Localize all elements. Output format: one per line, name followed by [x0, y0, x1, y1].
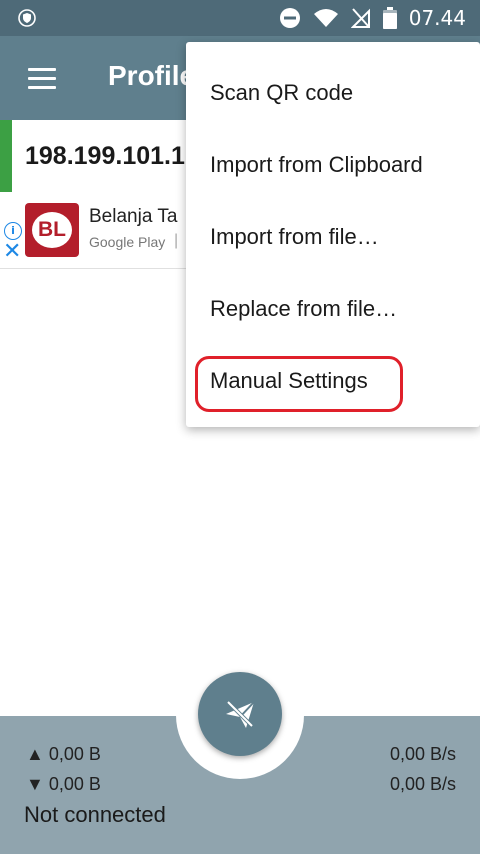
- upload-total: ▲ 0,00 B: [26, 744, 101, 764]
- menu-item-replace-file[interactable]: Replace from file…: [210, 296, 397, 322]
- download-rate: 0,00 B/s: [389, 774, 456, 794]
- ad-separator: |: [174, 232, 179, 249]
- connection-status: Not connected: [24, 802, 166, 827]
- ad-logo-text: BL: [32, 212, 72, 248]
- do-not-disturb-icon: [279, 8, 300, 28]
- overflow-menu: Scan QR code Import from Clipboard Impor…: [186, 42, 480, 427]
- vpn-shield-icon: [18, 9, 36, 27]
- no-sim-icon: [350, 8, 370, 28]
- hamburger-menu-icon[interactable]: [28, 68, 56, 90]
- profile-selected-indicator: [0, 120, 12, 192]
- ad-title[interactable]: Belanja Ta: [89, 206, 177, 228]
- ad-app-logo[interactable]: BL: [25, 203, 79, 257]
- wifi-icon: [313, 9, 338, 27]
- ad-info-icon[interactable]: i: [4, 222, 22, 240]
- menu-item-scan-qr[interactable]: Scan QR code: [210, 80, 353, 106]
- download-total: ▼ 0,00 B: [26, 774, 101, 794]
- connect-button[interactable]: [198, 672, 282, 756]
- battery-icon: [382, 7, 397, 29]
- ad-store-label: Google Play: [89, 234, 166, 250]
- profile-ip-label: 198.199.101.1: [25, 142, 185, 170]
- upload-rate: 0,00 B/s: [389, 744, 456, 764]
- menu-item-import-clipboard[interactable]: Import from Clipboard: [210, 152, 423, 178]
- paper-plane-off-icon: [226, 700, 255, 728]
- menu-item-manual-settings[interactable]: Manual Settings: [210, 368, 368, 394]
- clock: 07.44: [408, 6, 466, 30]
- ad-close-icon[interactable]: ✕: [3, 241, 21, 263]
- status-bar: 07.44: [0, 0, 480, 36]
- menu-item-import-file[interactable]: Import from file…: [210, 224, 379, 250]
